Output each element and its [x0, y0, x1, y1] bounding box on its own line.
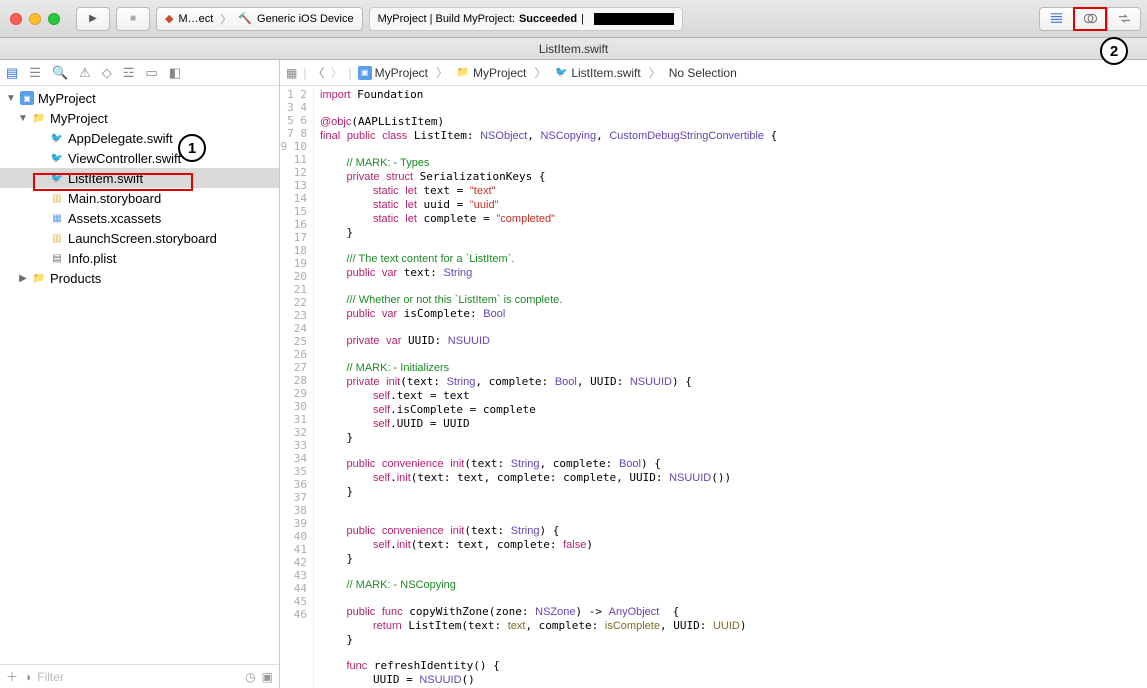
app-icon: ◆ [165, 12, 173, 25]
tree-products[interactable]: ▶ 📁 Products [0, 268, 279, 288]
annotation-highlight-1 [33, 173, 193, 191]
go-back-button[interactable]: 〈 [312, 64, 324, 81]
lines-icon [1049, 11, 1064, 26]
swift-icon: 🐦 [554, 66, 568, 80]
main-split: ▤ ☰ 🔍 ⚠ ◇ ☲ ▭ ◧ ▼▣MyProject▼📁MyProject🐦A… [0, 60, 1147, 688]
tree-label: Assets.xcassets [68, 211, 161, 226]
tree-label: Products [50, 271, 101, 286]
tree-file-appdelegate-swift[interactable]: 🐦 AppDelegate.swift [0, 128, 279, 148]
hammer-icon: 🔨 [238, 12, 252, 25]
version-editor-button[interactable] [1107, 7, 1141, 31]
navigator-tabs: ▤ ☰ 🔍 ⚠ ◇ ☲ ▭ ◧ [0, 60, 279, 86]
crumb-group[interactable]: 📁MyProject [456, 66, 526, 80]
folder-icon: 📁 [456, 66, 470, 80]
icon-sb-icon: ▥ [50, 231, 64, 245]
annotation-bubble-1: 1 [178, 134, 206, 162]
stop-button[interactable] [116, 7, 150, 31]
file-tab-bar: ListItem.swift [0, 38, 1147, 60]
redacted-region [594, 13, 674, 25]
project-icon: ▣ [358, 66, 372, 80]
tree-file-launchscreen-storyboard[interactable]: ▥ LaunchScreen.storyboard [0, 228, 279, 248]
tree-label: LaunchScreen.storyboard [68, 231, 217, 246]
chevron-right-icon: 〉 [220, 11, 231, 27]
navigator-filter-bar: ＋ ◑ Filter ◷ ▣ [0, 664, 279, 688]
file-tab-title: ListItem.swift [539, 42, 608, 56]
chevron-right-icon: 〉 [534, 64, 546, 81]
scheme-project-label: M…ect [178, 13, 213, 25]
icon-swift-icon: 🐦 [50, 131, 64, 145]
scm-filter-icon[interactable]: ▣ [262, 670, 273, 684]
tree-file-info-plist[interactable]: ▤ Info.plist [0, 248, 279, 268]
chevron-right-icon: 〉 [649, 64, 661, 81]
editor-body: 1 2 3 4 5 6 7 8 9 10 11 12 13 14 15 16 1… [280, 86, 1147, 688]
window-controls [10, 13, 60, 25]
test-navigator-tab[interactable]: ◇ [102, 65, 112, 81]
editor-pane: ▦ | 〈 〉 | ▣MyProject 〉 📁MyProject 〉 🐦Lis… [280, 60, 1147, 688]
tree-file-assets-xcassets[interactable]: ▦ Assets.xcassets [0, 208, 279, 228]
icon-proj-icon: ▣ [20, 91, 34, 105]
crumb-project[interactable]: ▣MyProject [358, 66, 428, 80]
breakpoint-navigator-tab[interactable]: ▭ [145, 65, 157, 81]
standard-editor-button[interactable] [1039, 7, 1073, 31]
status-result: Succeeded [519, 13, 577, 25]
filter-icon: ◑ [24, 670, 31, 684]
scheme-device-label: Generic iOS Device [257, 13, 354, 25]
editor-mode-group [1039, 7, 1141, 31]
debug-navigator-tab[interactable]: ☲ [123, 65, 135, 81]
find-navigator-tab[interactable]: 🔍 [52, 65, 68, 81]
icon-plist-icon: ▤ [50, 251, 64, 265]
crumb-selection[interactable]: No Selection [669, 66, 737, 80]
arrows-icon [1117, 11, 1132, 26]
tree-label: MyProject [38, 91, 96, 106]
source-editor[interactable]: import Foundation @objc(AAPLListItem) fi… [314, 86, 1147, 688]
line-gutter[interactable]: 1 2 3 4 5 6 7 8 9 10 11 12 13 14 15 16 1… [280, 86, 314, 688]
disclosure-icon[interactable]: ▼ [6, 93, 16, 104]
activity-viewer[interactable]: MyProject | Build MyProject: Succeeded | [369, 7, 683, 31]
disclosure-icon[interactable]: ▶ [18, 273, 28, 284]
run-button[interactable] [76, 7, 110, 31]
tree-label: AppDelegate.swift [68, 131, 173, 146]
scheme-selector[interactable]: ◆ M…ect 〉 🔨 Generic iOS Device [156, 7, 363, 31]
issue-navigator-tab[interactable]: ⚠ [79, 65, 91, 81]
status-text: MyProject | Build MyProject: [378, 13, 515, 25]
annotation-bubble-2: 2 [1100, 37, 1128, 65]
close-window-button[interactable] [10, 13, 22, 25]
clock-icon[interactable]: ◷ [245, 670, 255, 684]
icon-folder-icon: 📁 [32, 111, 46, 125]
status-sep: | [581, 13, 584, 25]
navigator: ▤ ☰ 🔍 ⚠ ◇ ☲ ▭ ◧ ▼ ▣ MyProject ▼ 📁 MyProject 🐦 A… [0, 60, 280, 688]
icon-assets-icon: ▦ [50, 211, 64, 225]
symbol-navigator-tab[interactable]: ☰ [29, 65, 41, 81]
jump-sep2: | [349, 66, 352, 80]
venn-icon [1083, 11, 1098, 26]
related-items-icon[interactable]: ▦ [286, 66, 297, 80]
crumb-file[interactable]: 🐦ListItem.swift [554, 66, 640, 80]
zoom-window-button[interactable] [48, 13, 60, 25]
icon-swift-icon: 🐦 [50, 151, 64, 165]
filter-input[interactable]: Filter [37, 670, 239, 684]
tree-file-main-storyboard[interactable]: ▥ Main.storyboard [0, 188, 279, 208]
go-forward-button[interactable]: 〉 [330, 64, 342, 81]
disclosure-icon[interactable]: ▼ [18, 113, 28, 124]
minimize-window-button[interactable] [29, 13, 41, 25]
toolbar: ◆ M…ect 〉 🔨 Generic iOS Device MyProject… [0, 0, 1147, 38]
tree-root[interactable]: ▼ ▣ MyProject [0, 88, 279, 108]
tree-file-viewcontroller-swift[interactable]: 🐦 ViewController.swift [0, 148, 279, 168]
report-navigator-tab[interactable]: ◧ [169, 65, 181, 81]
jump-sep: | [303, 66, 306, 80]
icon-sb-icon: ▥ [50, 191, 64, 205]
tree-group[interactable]: ▼ 📁 MyProject [0, 108, 279, 128]
assistant-editor-button[interactable] [1073, 7, 1107, 31]
chevron-right-icon: 〉 [436, 64, 448, 81]
jump-bar[interactable]: ▦ | 〈 〉 | ▣MyProject 〉 📁MyProject 〉 🐦Lis… [280, 60, 1147, 86]
project-navigator-tab[interactable]: ▤ [6, 65, 18, 81]
tree-label: MyProject [50, 111, 108, 126]
tree-label: Info.plist [68, 251, 116, 266]
icon-folder-icon: 📁 [32, 271, 46, 285]
tree-label: Main.storyboard [68, 191, 161, 206]
tree-label: ViewController.swift [68, 151, 181, 166]
add-button[interactable]: ＋ [6, 668, 18, 685]
